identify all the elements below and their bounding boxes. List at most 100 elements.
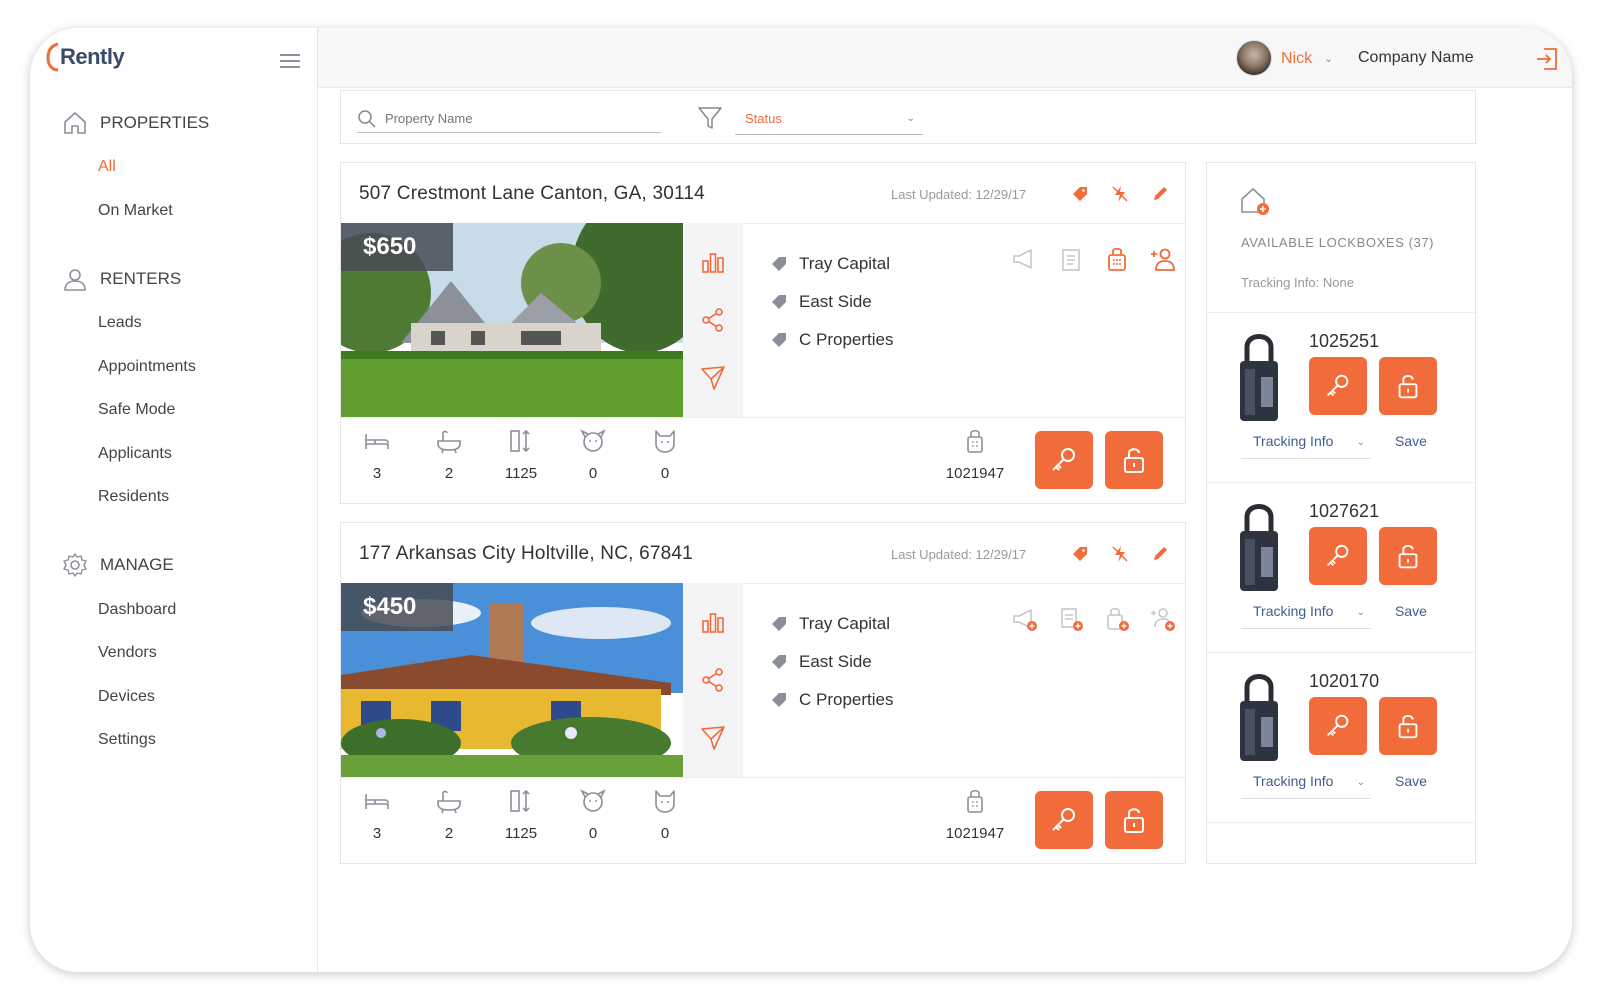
add-renter-icon[interactable] — [1149, 245, 1177, 273]
tag-item[interactable]: East Side — [771, 283, 893, 321]
nav-section-label: MANAGE — [100, 555, 174, 574]
divider — [341, 417, 1185, 418]
tag-item[interactable]: East Side — [771, 643, 893, 681]
property-actions — [683, 583, 743, 777]
lockbox-icon[interactable] — [1103, 245, 1131, 273]
unlock-button[interactable] — [1105, 431, 1163, 489]
user-icon — [64, 269, 86, 291]
send-icon[interactable] — [700, 725, 726, 751]
tag-item[interactable]: C Properties — [771, 321, 893, 359]
send-icon[interactable] — [700, 365, 726, 391]
nav-item-safe-mode[interactable]: Safe Mode — [98, 401, 175, 419]
chevron-down-icon: ⌄ — [1356, 777, 1365, 788]
megaphone-icon[interactable] — [1011, 245, 1039, 273]
clipboard-add-icon[interactable] — [1057, 605, 1085, 633]
card-top-actions — [1071, 185, 1169, 203]
key-button[interactable] — [1035, 791, 1093, 849]
available-lockboxes-title: AVAILABLE LOCKBOXES (37) — [1241, 235, 1435, 250]
nav-item-settings[interactable]: Settings — [98, 731, 156, 749]
card-top-actions — [1071, 545, 1169, 563]
search-input[interactable] — [385, 111, 645, 126]
save-button[interactable]: Save — [1395, 433, 1427, 449]
tag-icon[interactable] — [1071, 185, 1089, 203]
chevron-down-icon[interactable]: ⌄ — [1324, 52, 1333, 65]
tag-item[interactable]: C Properties — [771, 681, 893, 719]
share-icon[interactable] — [700, 307, 726, 333]
nav-item-leads[interactable]: Leads — [98, 314, 142, 332]
lockbox-add-icon[interactable] — [1103, 605, 1131, 633]
nav-item-dashboard[interactable]: Dashboard — [98, 601, 176, 619]
nav-section-properties[interactable]: PROPERTIES — [62, 110, 209, 136]
lockbox-assigned: 1021947 — [939, 787, 1011, 842]
flash-off-icon[interactable] — [1111, 185, 1129, 203]
property-address[interactable]: 507 Crestmont Lane Canton, GA, 30114 — [359, 183, 705, 205]
cat-icon — [655, 790, 675, 813]
logo-mark-icon — [46, 42, 59, 72]
nav-item-residents[interactable]: Residents — [98, 488, 169, 506]
tracking-info-select[interactable]: Tracking Info ⌄ — [1241, 603, 1371, 629]
tag-label: East Side — [799, 292, 872, 311]
property-stats: 3 2 1125 0 0 — [341, 787, 701, 842]
dog-icon — [580, 429, 606, 452]
home-add-icon[interactable] — [1239, 185, 1271, 217]
add-renter-icon[interactable] — [1149, 605, 1177, 633]
save-button[interactable]: Save — [1395, 603, 1427, 619]
tracking-info-select[interactable]: Tracking Info ⌄ — [1241, 773, 1371, 799]
filter-bar: Status ⌄ — [340, 90, 1476, 144]
company-name[interactable]: Company Name — [1358, 49, 1474, 67]
nav-item-applicants[interactable]: Applicants — [98, 445, 172, 463]
tracking-info-select[interactable]: Tracking Info ⌄ — [1241, 433, 1371, 459]
flash-off-icon[interactable] — [1111, 545, 1129, 563]
property-photo[interactable]: $450 — [341, 583, 683, 777]
stat-value: 1125 — [504, 465, 538, 482]
stat-bedrooms: 3 — [341, 787, 413, 842]
status-select[interactable]: Status ⌄ — [735, 105, 923, 135]
nav-item-vendors[interactable]: Vendors — [98, 644, 157, 662]
lockbox-device-image — [1240, 334, 1278, 421]
tag-item[interactable]: Tray Capital — [771, 605, 893, 643]
edit-pencil-icon[interactable] — [1151, 185, 1169, 203]
tag-icon[interactable] — [1071, 545, 1089, 563]
lockbox-panel-header: AVAILABLE LOCKBOXES (37) Tracking Info: … — [1207, 163, 1475, 313]
unlock-button[interactable] — [1379, 527, 1437, 585]
property-address[interactable]: 177 Arkansas City Holtville, NC, 67841 — [359, 543, 693, 565]
chevron-down-icon: ⌄ — [1356, 607, 1365, 618]
nav-section-renters[interactable]: RENTERS — [62, 266, 181, 292]
nav-item-appointments[interactable]: Appointments — [98, 358, 196, 376]
nav-item-all[interactable]: All — [98, 158, 116, 176]
lockbox-number: 1021947 — [945, 465, 1005, 482]
avatar[interactable] — [1236, 40, 1272, 76]
lockbox-id: 1020170 — [1309, 671, 1380, 691]
unlock-button[interactable] — [1379, 697, 1437, 755]
unlock-button[interactable] — [1105, 791, 1163, 849]
tag-item[interactable]: Tray Capital — [771, 245, 893, 283]
lockbox-id: 1025251 — [1309, 331, 1380, 351]
stat-value: 1125 — [504, 825, 538, 842]
user-menu[interactable]: Nick — [1281, 50, 1312, 68]
nav-item-devices[interactable]: Devices — [98, 688, 155, 706]
nav-section-manage[interactable]: MANAGE — [62, 552, 174, 578]
edit-pencil-icon[interactable] — [1151, 545, 1169, 563]
key-button[interactable] — [1035, 431, 1093, 489]
save-button[interactable]: Save — [1395, 773, 1427, 789]
key-button[interactable] — [1309, 697, 1367, 755]
clipboard-icon[interactable] — [1057, 245, 1085, 273]
key-button[interactable] — [1309, 357, 1367, 415]
unlock-icon — [1398, 374, 1418, 399]
property-photo[interactable]: $650 — [341, 223, 683, 417]
rently-logo[interactable]: Rently — [46, 42, 125, 72]
nav-item-on-market[interactable]: On Market — [98, 202, 173, 220]
megaphone-add-icon[interactable] — [1011, 605, 1039, 633]
unlock-icon — [1124, 808, 1144, 833]
unlock-button[interactable] — [1379, 357, 1437, 415]
chevron-down-icon: ⌄ — [1356, 437, 1365, 448]
bar-chart-icon[interactable] — [700, 609, 726, 635]
key-button[interactable] — [1309, 527, 1367, 585]
logout-icon[interactable] — [1534, 46, 1560, 72]
filter-icon[interactable] — [697, 105, 723, 131]
tracking-info-status: Tracking Info: None — [1241, 275, 1354, 290]
menu-toggle-icon[interactable] — [280, 54, 300, 68]
share-icon[interactable] — [700, 667, 726, 693]
bar-chart-icon[interactable] — [700, 249, 726, 275]
price-badge: $450 — [341, 583, 453, 631]
